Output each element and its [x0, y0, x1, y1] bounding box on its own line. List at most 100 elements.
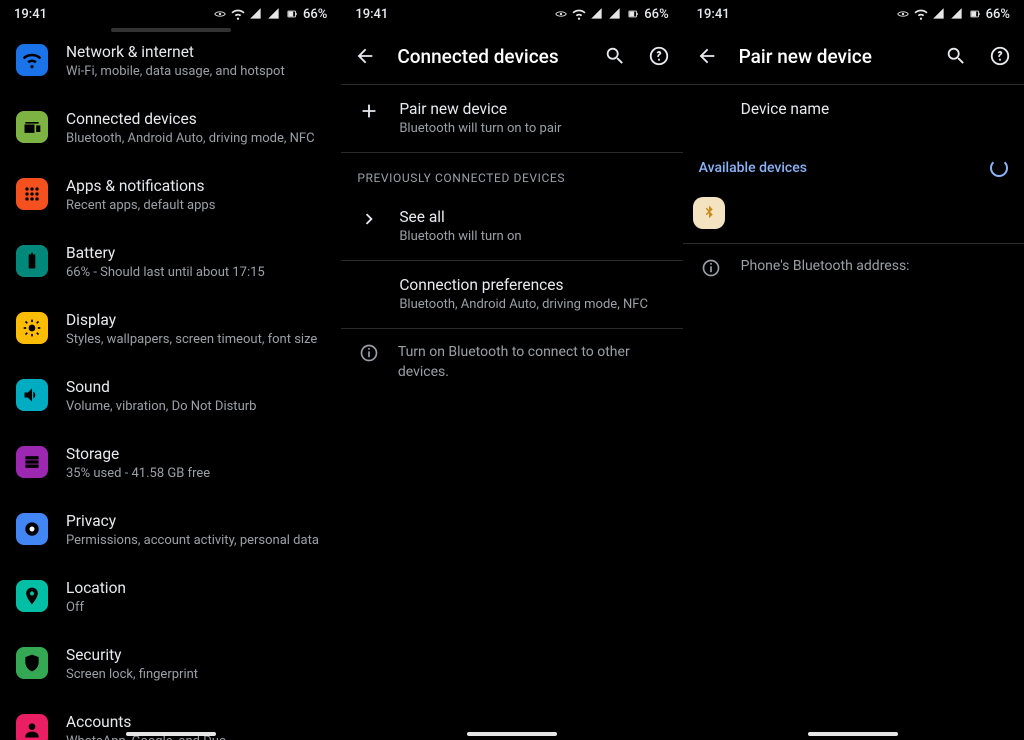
- scroll-indicator: [111, 28, 231, 32]
- row-pair-new-device[interactable]: Pair new device Bluetooth will turn on t…: [341, 85, 682, 152]
- signal-icon-2: [950, 7, 964, 21]
- status-bar: 19:41 66%: [683, 0, 1024, 28]
- settings-row-security[interactable]: Security Screen lock, fingerprint: [0, 631, 341, 698]
- info-bluetooth-off: Turn on Bluetooth to connect to other de…: [341, 329, 682, 396]
- row-subtitle: Off: [66, 600, 325, 617]
- settings-row-battery[interactable]: Battery 66% - Should last until about 17…: [0, 229, 341, 296]
- back-button[interactable]: [695, 44, 719, 68]
- page-title: Pair new device: [739, 45, 924, 68]
- status-bar: 19:41 66%: [0, 0, 341, 28]
- scanning-spinner-icon: [990, 159, 1008, 177]
- row-title: Apps & notifications: [66, 176, 325, 196]
- row-title: Security: [66, 645, 325, 665]
- vpn-icon: [896, 7, 910, 21]
- security-icon: [16, 647, 48, 679]
- devices-icon: [16, 111, 48, 143]
- chevron-right-icon: [357, 207, 381, 231]
- location-icon: [16, 580, 48, 612]
- section-previous-devices: Previously connected devices: [341, 153, 682, 193]
- row-title: Display: [66, 310, 325, 330]
- help-button[interactable]: [988, 44, 1012, 68]
- battery-percent: 66%: [644, 7, 668, 22]
- row-title: Network & internet: [66, 42, 325, 62]
- row-subtitle: Permissions, account activity, personal …: [66, 533, 325, 550]
- row-subtitle: Bluetooth will turn on to pair: [399, 121, 666, 138]
- row-title: Location: [66, 578, 325, 598]
- signal-icon: [249, 7, 263, 21]
- wifi-status-icon: [572, 7, 586, 21]
- panel-connected-devices: 19:41 66% Connected devices Pair new dev…: [341, 0, 682, 740]
- row-subtitle: Volume, vibration, Do Not Disturb: [66, 399, 325, 416]
- row-title: Pair new device: [399, 99, 666, 119]
- row-connection-preferences[interactable]: Connection preferences Bluetooth, Androi…: [341, 261, 682, 328]
- battery-percent: 66%: [303, 7, 327, 22]
- battery-icon: [285, 7, 299, 21]
- vpn-icon: [554, 7, 568, 21]
- brightness-icon: [16, 312, 48, 344]
- panel-settings-main: 19:41 66% Network & internet Wi-Fi, mobi…: [0, 0, 341, 740]
- page-title: Connected devices: [397, 45, 582, 68]
- signal-icon-2: [267, 7, 281, 21]
- settings-row-location[interactable]: Location Off: [0, 564, 341, 631]
- panel-pair-new-device: 19:41 66% Pair new device Device name Av…: [683, 0, 1024, 740]
- row-subtitle: Styles, wallpapers, screen timeout, font…: [66, 332, 325, 349]
- row-subtitle: Bluetooth, Android Auto, driving mode, N…: [399, 297, 666, 314]
- accounts-icon: [16, 714, 48, 740]
- available-devices-label: Available devices: [699, 160, 807, 176]
- apps-icon: [16, 178, 48, 210]
- row-title: Connected devices: [66, 109, 325, 129]
- row-subtitle: Bluetooth, Android Auto, driving mode, N…: [66, 131, 325, 148]
- info-icon: [699, 258, 723, 278]
- storage-icon: [16, 446, 48, 478]
- bluetooth-beacon-icon: [693, 197, 725, 229]
- status-bar: 19:41 66%: [341, 0, 682, 28]
- battery-percent: 66%: [986, 7, 1010, 22]
- row-title: See all: [399, 207, 666, 227]
- vpn-icon: [213, 7, 227, 21]
- info-bluetooth-address: Phone's Bluetooth address:: [683, 244, 1024, 292]
- settings-row-privacy[interactable]: Privacy Permissions, account activity, p…: [0, 497, 341, 564]
- privacy-icon: [16, 513, 48, 545]
- row-subtitle: 66% - Should last until about 17:15: [66, 265, 325, 282]
- settings-list[interactable]: Network & internet Wi-Fi, mobile, data u…: [0, 28, 341, 740]
- info-text: Phone's Bluetooth address:: [741, 258, 910, 278]
- wifi-status-icon: [231, 7, 245, 21]
- row-title: Device name: [741, 99, 1008, 119]
- battery-icon: [16, 245, 48, 277]
- search-button[interactable]: [603, 44, 627, 68]
- row-subtitle: Bluetooth will turn on: [399, 229, 666, 246]
- row-device-name[interactable]: Device name: [683, 85, 1024, 145]
- nav-handle[interactable]: [126, 732, 216, 736]
- nav-handle[interactable]: [808, 732, 898, 736]
- status-time: 19:41: [355, 7, 388, 22]
- status-time: 19:41: [697, 7, 730, 22]
- row-subtitle: Recent apps, default apps: [66, 198, 325, 215]
- row-subtitle: Wi-Fi, mobile, data usage, and hotspot: [66, 64, 325, 81]
- row-title: Connection preferences: [399, 275, 666, 295]
- wifi-icon: [16, 44, 48, 76]
- row-title: Battery: [66, 243, 325, 263]
- settings-row-devices[interactable]: Connected devices Bluetooth, Android Aut…: [0, 95, 341, 162]
- search-button[interactable]: [944, 44, 968, 68]
- status-time: 19:41: [14, 7, 47, 22]
- settings-row-brightness[interactable]: Display Styles, wallpapers, screen timeo…: [0, 296, 341, 363]
- app-bar: Connected devices: [341, 28, 682, 84]
- settings-row-storage[interactable]: Storage 35% used - 41.58 GB free: [0, 430, 341, 497]
- settings-row-sound[interactable]: Sound Volume, vibration, Do Not Disturb: [0, 363, 341, 430]
- row-see-all[interactable]: See all Bluetooth will turn on: [341, 193, 682, 260]
- settings-row-wifi[interactable]: Network & internet Wi-Fi, mobile, data u…: [0, 28, 341, 95]
- signal-icon: [932, 7, 946, 21]
- nav-handle[interactable]: [467, 732, 557, 736]
- help-button[interactable]: [647, 44, 671, 68]
- signal-icon-2: [608, 7, 622, 21]
- settings-row-apps[interactable]: Apps & notifications Recent apps, defaul…: [0, 162, 341, 229]
- row-subtitle: 35% used - 41.58 GB free: [66, 466, 325, 483]
- wifi-status-icon: [914, 7, 928, 21]
- battery-icon: [968, 7, 982, 21]
- plus-icon: [357, 99, 381, 123]
- row-title: Accounts: [66, 712, 325, 732]
- app-bar: Pair new device: [683, 28, 1024, 84]
- section-available-devices: Available devices: [683, 145, 1024, 191]
- back-button[interactable]: [353, 44, 377, 68]
- signal-icon: [590, 7, 604, 21]
